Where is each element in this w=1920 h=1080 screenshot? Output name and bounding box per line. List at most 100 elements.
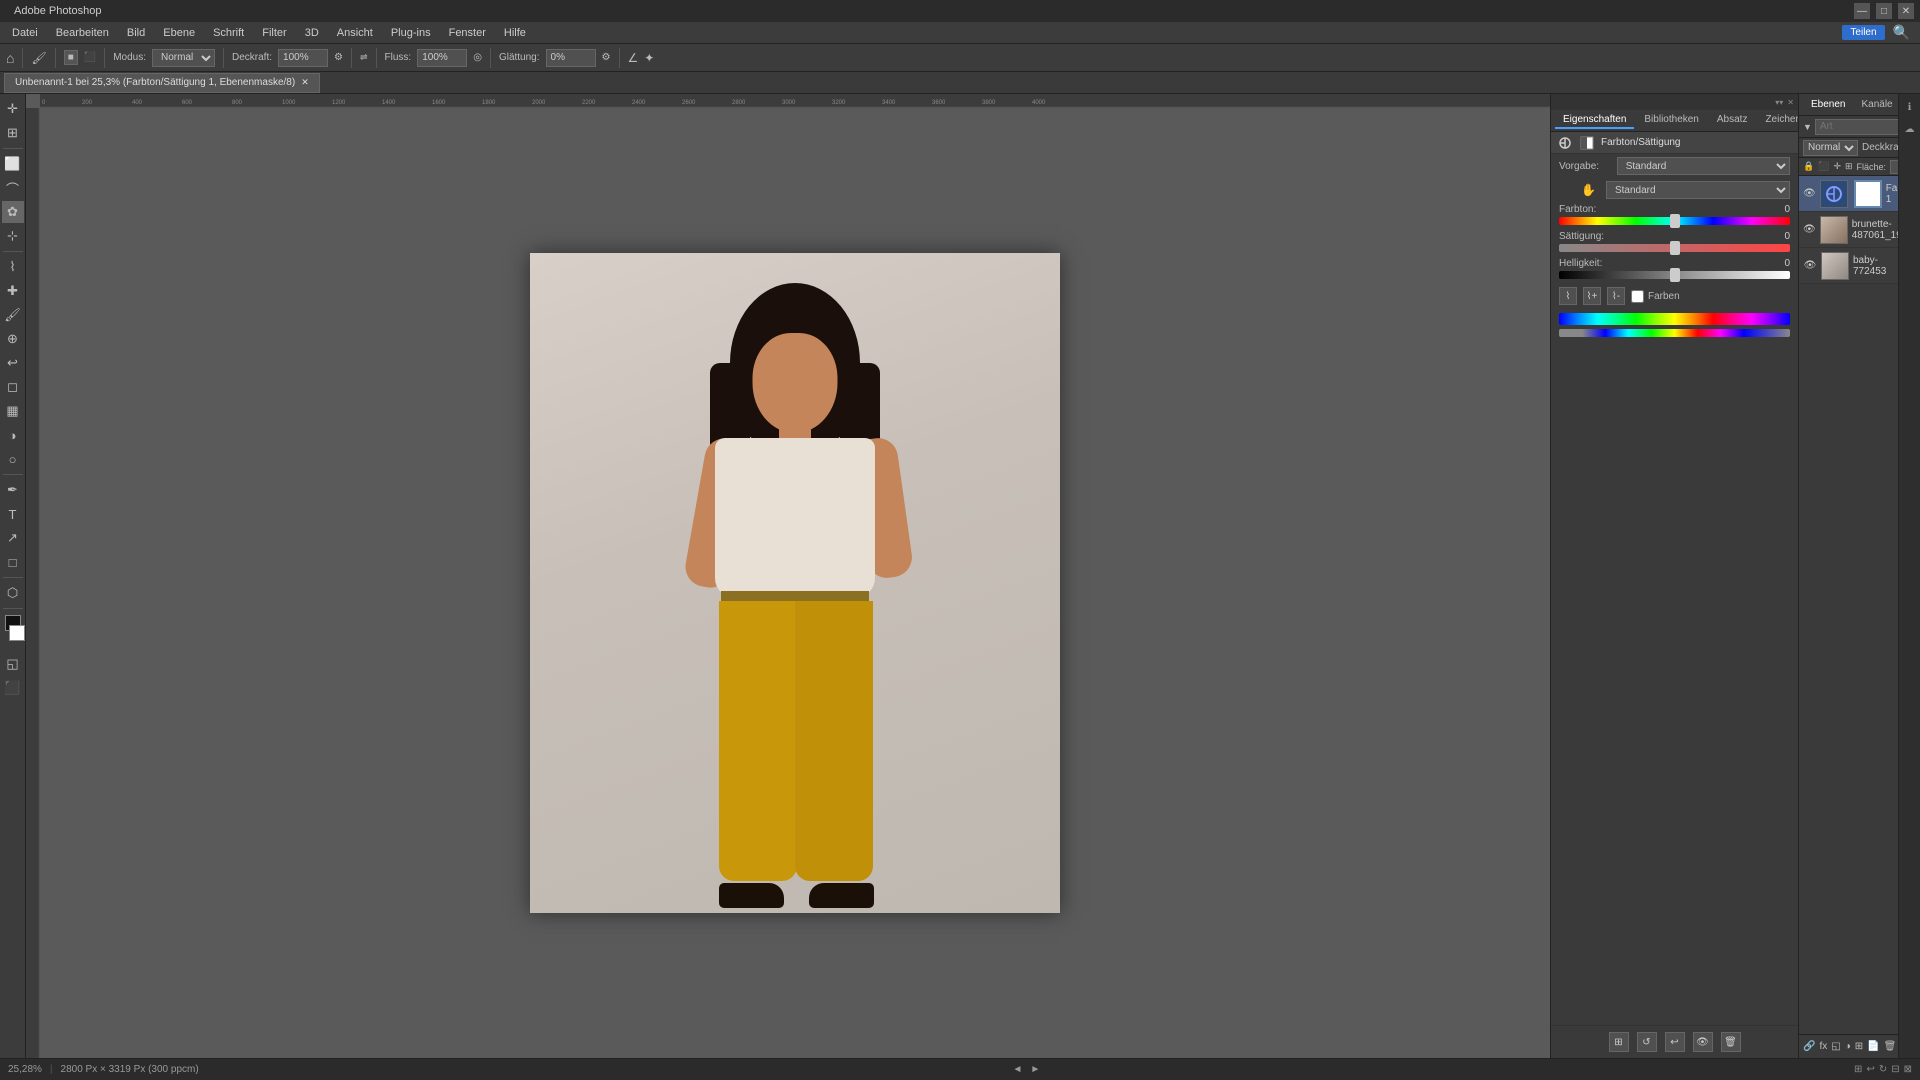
layer-visibility-brunette[interactable]: 👁 <box>1803 223 1816 237</box>
blend-mode-select[interactable]: Normal <box>1803 140 1858 156</box>
info-icon[interactable]: ℹ <box>1901 98 1919 116</box>
new-layer-btn[interactable]: 📄 <box>1867 1039 1879 1055</box>
saettigung-track[interactable] <box>1559 244 1790 252</box>
cc-icon[interactable]: ☁ <box>1901 120 1919 138</box>
link-layers-btn[interactable]: 🔗 <box>1803 1039 1815 1055</box>
healing-brush-tool[interactable]: ✚ <box>2 280 24 302</box>
menu-plugins[interactable]: Plug-ins <box>383 25 439 41</box>
vorgabe-select[interactable]: Standard <box>1617 157 1790 175</box>
farbton-track[interactable] <box>1559 217 1790 225</box>
lock-art-icon[interactable]: ⊞ <box>1845 161 1853 172</box>
menu-hilfe[interactable]: Hilfe <box>496 25 534 41</box>
delete-layer-btn[interactable]: 🗑 <box>1884 1039 1897 1055</box>
helligkeit-track[interactable] <box>1559 271 1790 279</box>
tab-bibliotheken[interactable]: Bibliotheken <box>1636 112 1706 129</box>
delete-btn[interactable]: 🗑 <box>1721 1032 1741 1052</box>
history-brush-tool[interactable]: ↩ <box>2 352 24 374</box>
lock-pos-icon[interactable]: ✛ <box>1833 161 1841 172</box>
deckraft-input[interactable]: 100% <box>278 49 328 67</box>
layer-item-farbton[interactable]: 👁 Farbton/Sättigung 1 <box>1799 176 1898 212</box>
menu-3d[interactable]: 3D <box>297 25 327 41</box>
eyedropper-btn[interactable]: ⌇ <box>1559 287 1577 305</box>
panel-collapse-icon[interactable]: ▾▾ <box>1775 98 1783 107</box>
angle-icon[interactable]: ∠ <box>628 51 639 65</box>
layer-item-baby[interactable]: 👁 baby-772453 <box>1799 248 1898 284</box>
farbton-thumb[interactable] <box>1670 214 1680 228</box>
layer-name-baby[interactable]: baby-772453 <box>1853 255 1894 277</box>
menu-bearbeiten[interactable]: Bearbeiten <box>48 25 117 41</box>
menu-ebene[interactable]: Ebene <box>155 25 203 41</box>
teilen-button[interactable]: Teilen <box>1842 25 1884 40</box>
saettigung-thumb[interactable] <box>1670 241 1680 255</box>
hand-icon[interactable]: ✋ <box>1581 183 1596 197</box>
brush-tool-icon[interactable]: 🖌 <box>31 51 46 65</box>
clone-stamp-tool[interactable]: ⊕ <box>2 328 24 350</box>
sync-icon[interactable]: ↻ <box>1879 1064 1887 1075</box>
document-tab[interactable]: Unbenannt-1 bei 25,3% (Farbton/Sättigung… <box>4 73 320 93</box>
clip-btn[interactable]: ⊞ <box>1609 1032 1629 1052</box>
menu-fenster[interactable]: Fenster <box>441 25 494 41</box>
menu-datei[interactable]: Datei <box>4 25 46 41</box>
document-tab-close[interactable]: ✕ <box>301 77 309 88</box>
deckraft-icon[interactable]: ⚙ <box>334 52 343 63</box>
airbrush-icon[interactable]: ◎ <box>473 52 482 63</box>
new-adjustment-btn[interactable]: ◑ <box>1845 1039 1851 1055</box>
helligkeit-thumb[interactable] <box>1670 268 1680 282</box>
lock-px-icon[interactable]: ⬛ <box>1818 161 1829 172</box>
screen-mode-tool[interactable]: ⬛ <box>2 677 24 699</box>
gradient-tool[interactable]: ▦ <box>2 400 24 422</box>
visibility-btn[interactable]: 👁 <box>1693 1032 1713 1052</box>
brush-settings-icon[interactable]: ⬛ <box>84 52 96 63</box>
menu-schrift[interactable]: Schrift <box>205 25 252 41</box>
history-icon[interactable]: ↩ <box>1866 1064 1874 1075</box>
glaettung-input[interactable] <box>546 49 596 67</box>
new-group-btn[interactable]: ⊞ <box>1855 1039 1863 1055</box>
panel-close-icon[interactable]: ✕ <box>1787 98 1794 107</box>
lock-all-icon[interactable]: 🔒 <box>1803 161 1814 172</box>
shape-tool[interactable]: □ <box>2 551 24 573</box>
move-tool[interactable]: ✛ <box>2 98 24 120</box>
quick-mask-tool[interactable]: ◱ <box>2 653 24 675</box>
marquee-tool[interactable]: ⬜ <box>2 153 24 175</box>
saettigung-value[interactable]: 0 <box>1784 231 1790 242</box>
symmetry2-icon[interactable]: ✦ <box>644 51 654 65</box>
path-select-tool[interactable]: ↗ <box>2 527 24 549</box>
glaettung-settings-icon[interactable]: ⚙ <box>602 52 611 63</box>
canvas-content[interactable] <box>40 108 1550 1058</box>
menu-ansicht[interactable]: Ansicht <box>329 25 381 41</box>
layer-visibility-baby[interactable]: 👁 <box>1803 259 1817 273</box>
farben-checkbox[interactable] <box>1631 290 1644 303</box>
maximize-button[interactable]: □ <box>1876 3 1892 19</box>
undo-btn[interactable]: ↩ <box>1665 1032 1685 1052</box>
workspace-icon[interactable]: ⊠ <box>1904 1064 1912 1075</box>
blur-tool[interactable]: ◑ <box>2 424 24 446</box>
add-mask-btn[interactable]: ◱ <box>1831 1039 1840 1055</box>
helligkeit-value[interactable]: 0 <box>1784 258 1790 269</box>
layer-item-brunette[interactable]: 👁 brunette-487061_1920 <box>1799 212 1898 248</box>
text-tool[interactable]: T <box>2 503 24 525</box>
crop-tool[interactable]: ⊹ <box>2 225 24 247</box>
menu-bild[interactable]: Bild <box>119 25 153 41</box>
navigator-icon[interactable]: ◄ <box>1012 1064 1022 1075</box>
reset-btn[interactable]: ↺ <box>1637 1032 1657 1052</box>
dodge-tool[interactable]: ○ <box>2 448 24 470</box>
layer-visibility-farbton[interactable]: 👁 <box>1803 187 1816 201</box>
menu-filter[interactable]: Filter <box>254 25 294 41</box>
quick-select-tool[interactable]: ✿ <box>2 201 24 223</box>
tab-eigenschaften[interactable]: Eigenschaften <box>1555 112 1634 129</box>
search-icon[interactable]: 🔍 <box>1893 24 1910 41</box>
tab-zeichen[interactable]: Zeichen <box>1757 112 1799 129</box>
farbton-value[interactable]: 0 <box>1784 204 1790 215</box>
tab-absatz[interactable]: Absatz <box>1709 112 1756 129</box>
kanal-select[interactable]: Standard <box>1606 181 1790 199</box>
close-button[interactable]: ✕ <box>1898 3 1914 19</box>
status-info-icon[interactable]: ► <box>1030 1064 1040 1075</box>
grid-icon[interactable]: ⊞ <box>1854 1064 1862 1075</box>
minimize-button[interactable]: — <box>1854 3 1870 19</box>
symmetry-icon[interactable]: ⇌ <box>360 52 368 63</box>
brush-tool[interactable]: 🖌 <box>2 304 24 326</box>
eyedropper-remove-btn[interactable]: ⌇- <box>1607 287 1625 305</box>
foreground-color[interactable]: ■ <box>64 50 78 65</box>
pen-tool[interactable]: ✒ <box>2 479 24 501</box>
fluss-input[interactable] <box>417 49 467 67</box>
